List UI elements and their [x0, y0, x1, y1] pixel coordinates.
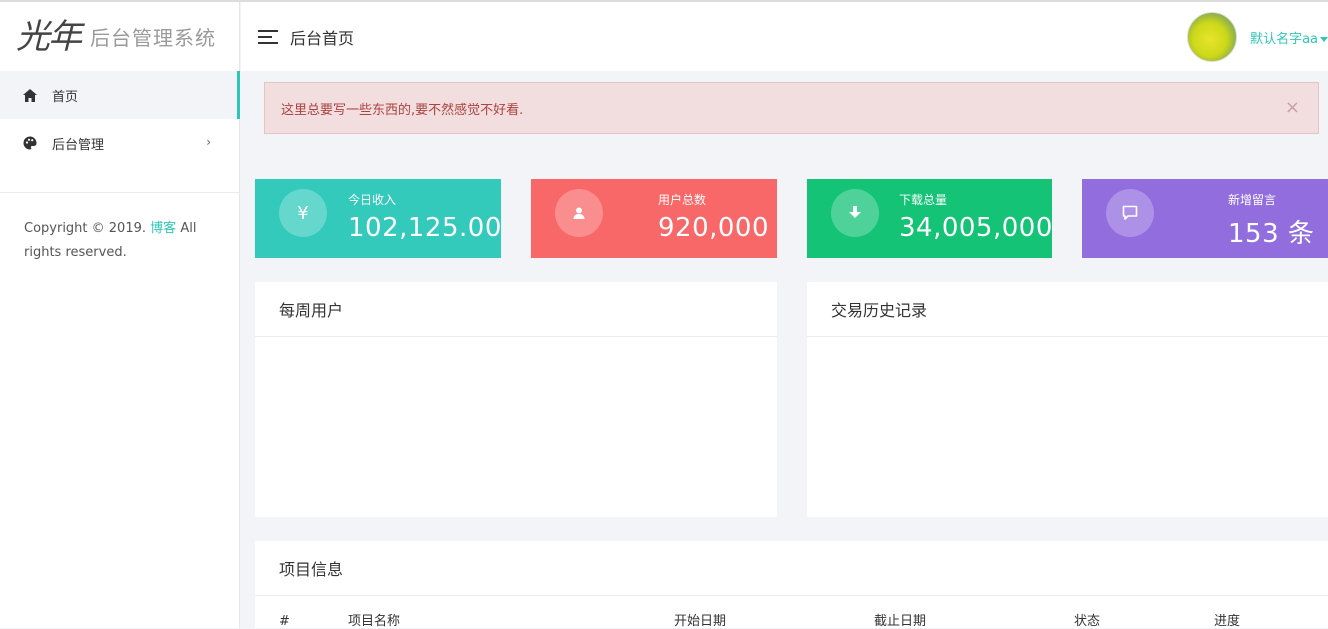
close-icon[interactable]: ×: [1285, 97, 1300, 118]
username[interactable]: 默认名字aa: [1250, 28, 1328, 47]
sidebar-item-home[interactable]: 首页: [0, 71, 240, 119]
menu-toggle-icon[interactable]: [258, 26, 278, 48]
sidebar: 光年 后台管理系统 首页 后台管理 › Copyright © 2019. 博客…: [0, 2, 240, 628]
chevron-right-icon: ›: [206, 135, 211, 149]
stat-card-income: ¥ 今日收入 102,125.00: [255, 179, 501, 258]
transactions-panel: 交易历史记录: [807, 282, 1328, 517]
stat-card-users: 用户总数 920,000: [531, 179, 777, 258]
alert-text: 这里总要写一些东西的,要不然感觉不好看.: [281, 102, 524, 118]
copyright: Copyright © 2019. 博客 All rights reserved…: [0, 193, 239, 265]
copyright-prefix: Copyright © 2019.: [24, 221, 147, 236]
sidebar-item-admin[interactable]: 后台管理 ›: [0, 119, 239, 167]
message-icon: [1106, 189, 1154, 237]
logo-text: 后台管理系统: [90, 26, 216, 50]
stat-value: 102,125.00: [348, 213, 502, 243]
logo-mark: 光年: [16, 16, 82, 57]
logo[interactable]: 光年 后台管理系统: [0, 2, 239, 71]
column-header[interactable]: 开始日期: [674, 610, 874, 629]
stat-value: 153 条: [1228, 219, 1315, 249]
stat-card-downloads: 下载总量 34,005,000: [807, 179, 1052, 258]
caret-down-icon: [1320, 36, 1328, 42]
home-icon: [22, 87, 38, 103]
weekly-users-panel: 每周用户: [255, 282, 777, 517]
panel-title: 交易历史记录: [807, 282, 1328, 337]
user-icon: [555, 189, 603, 237]
yen-icon: ¥: [279, 189, 327, 237]
download-icon: [831, 189, 879, 237]
stat-label: 下载总量: [899, 193, 948, 207]
column-header[interactable]: 截止日期: [874, 610, 1074, 629]
panel-title: 项目信息: [255, 541, 1328, 596]
copyright-link[interactable]: 博客: [150, 221, 176, 236]
stat-label: 今日收入: [348, 193, 397, 207]
user-menu[interactable]: 默认名字aa: [1187, 12, 1328, 62]
projects-panel: 项目信息 # 项目名称 开始日期 截止日期 状态 进度: [255, 541, 1328, 629]
sidebar-item-label: 后台管理: [52, 137, 105, 153]
palette-icon: [22, 135, 38, 151]
alert-banner: 这里总要写一些东西的,要不然感觉不好看. ×: [264, 82, 1319, 134]
sidebar-menu: 首页 后台管理 ›: [0, 71, 240, 167]
column-header[interactable]: 项目名称: [348, 610, 674, 629]
column-header[interactable]: 进度: [1214, 610, 1314, 629]
stat-card-messages: 新增留言 153 条: [1082, 179, 1328, 258]
page-title: 后台首页: [290, 28, 355, 48]
column-header[interactable]: #: [279, 614, 348, 629]
project-table-header: # 项目名称 开始日期 截止日期 状态 进度: [255, 596, 1328, 629]
sidebar-item-label: 首页: [52, 89, 79, 105]
stat-value: 34,005,000: [899, 213, 1053, 243]
column-header[interactable]: 状态: [1074, 610, 1214, 629]
top-header: 后台首页 默认名字aa: [241, 2, 1328, 71]
avatar[interactable]: [1187, 12, 1238, 62]
stat-value: 920,000: [658, 213, 770, 243]
panel-title: 每周用户: [255, 282, 777, 337]
stat-label: 用户总数: [658, 193, 707, 207]
stat-label: 新增留言: [1228, 193, 1277, 207]
